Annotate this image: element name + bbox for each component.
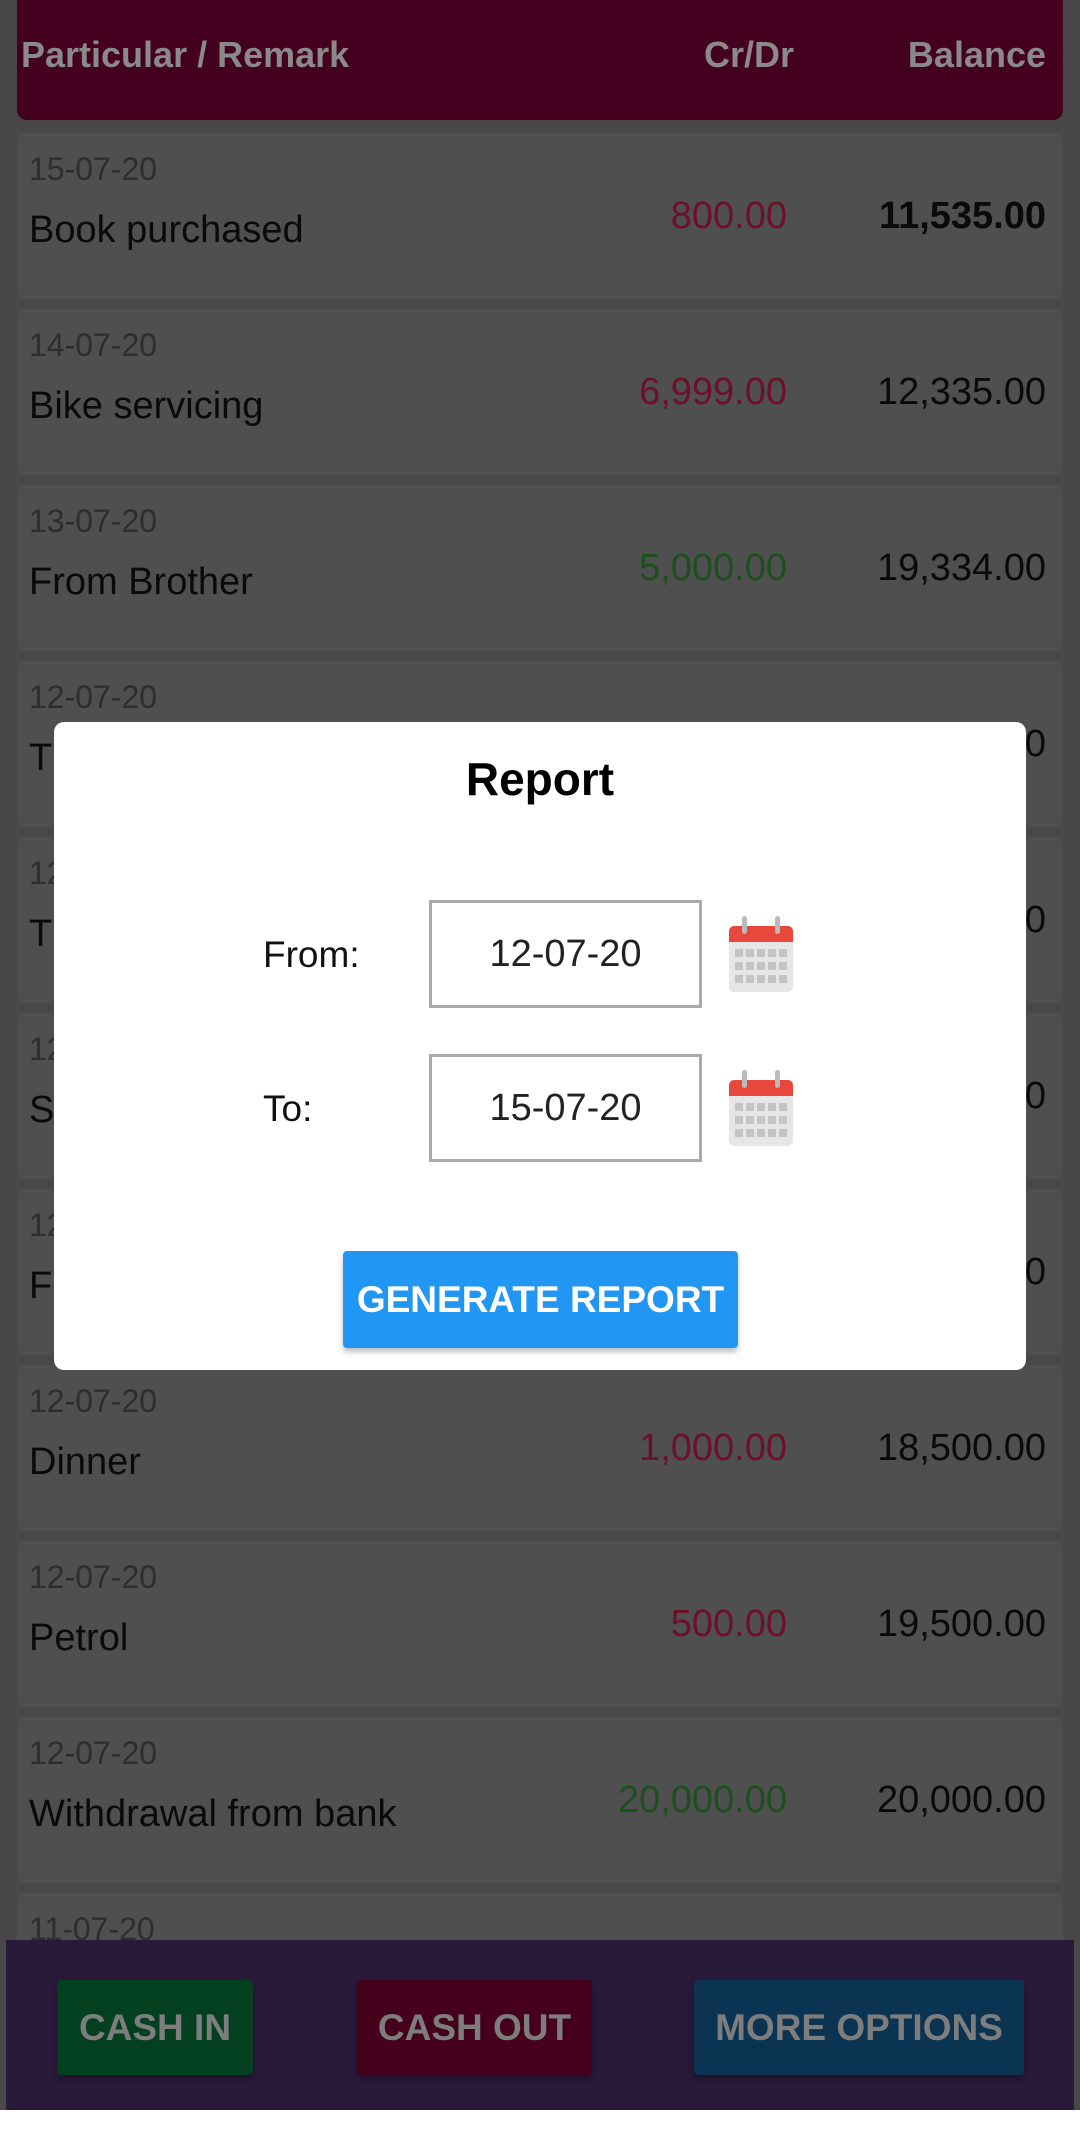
report-dialog: Report From: 12-07-20 To: 15-07-20 GENER…	[54, 722, 1026, 1370]
from-label: From:	[263, 934, 360, 975]
from-date-field[interactable]: 12-07-20	[429, 900, 702, 1008]
calendar-icon[interactable]	[727, 914, 795, 994]
dialog-title: Report	[465, 753, 615, 805]
to-date-field[interactable]: 15-07-20	[429, 1054, 702, 1162]
calendar-icon[interactable]	[727, 1068, 795, 1148]
generate-report-button[interactable]: GENERATE REPORT	[343, 1251, 738, 1348]
to-label: To:	[263, 1088, 313, 1129]
